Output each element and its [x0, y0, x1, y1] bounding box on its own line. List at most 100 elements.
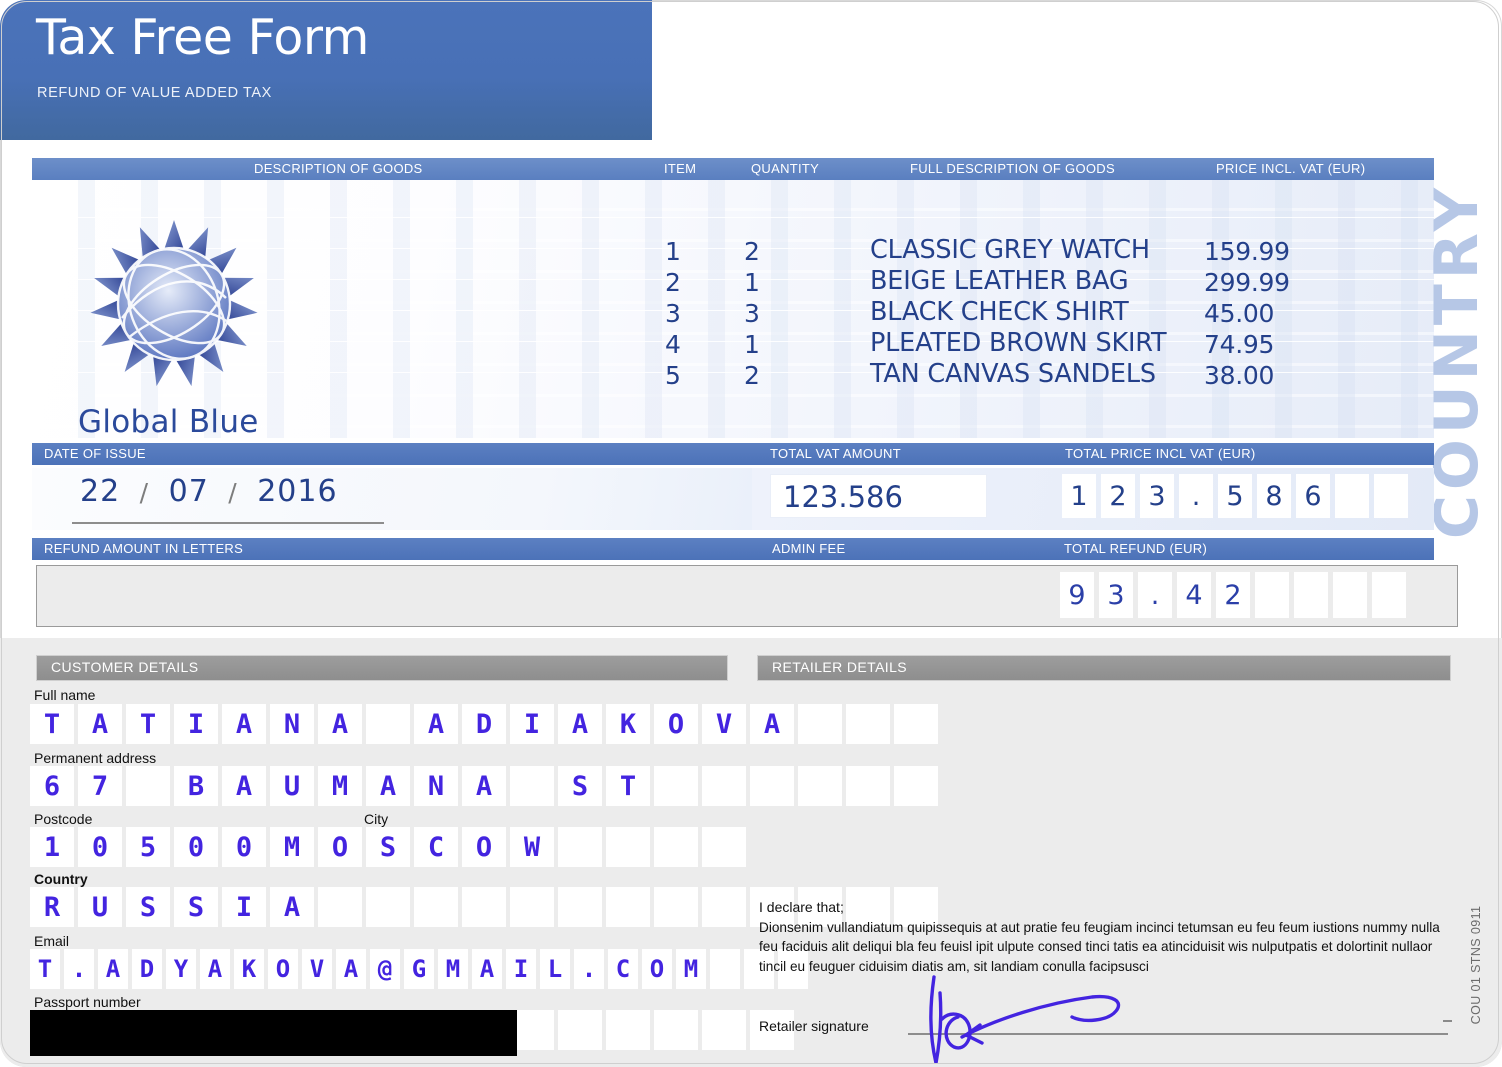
email-cell[interactable]: V — [302, 949, 332, 989]
passport-cell[interactable] — [654, 1010, 698, 1050]
city-cell[interactable]: O — [318, 827, 362, 867]
full-name-cell[interactable]: A — [222, 704, 266, 744]
total-refund-cell[interactable] — [1255, 572, 1289, 618]
address-cell[interactable]: S — [558, 766, 602, 806]
full-name-cell[interactable]: V — [702, 704, 746, 744]
total-price-cell[interactable]: 5 — [1218, 474, 1252, 518]
email-cell[interactable]: A — [200, 949, 230, 989]
country-cell[interactable] — [654, 887, 698, 927]
email-input[interactable]: T. A D Y A K O V A @ G M A I L. C O M — [30, 949, 808, 989]
country-cell[interactable] — [366, 887, 410, 927]
full-name-cell[interactable]: A — [750, 704, 794, 744]
total-price-cell[interactable] — [1374, 474, 1408, 518]
email-cell[interactable]: A — [98, 949, 128, 989]
country-cell[interactable]: U — [78, 887, 122, 927]
total-price-cell[interactable]: 3 — [1140, 474, 1174, 518]
total-vat-input[interactable]: 123.586 — [770, 474, 987, 518]
full-name-cell[interactable] — [798, 704, 842, 744]
address-cell[interactable] — [654, 766, 698, 806]
city-cell[interactable] — [702, 827, 746, 867]
address-cell[interactable]: T — [606, 766, 650, 806]
passport-cell[interactable] — [606, 1010, 650, 1050]
total-refund-cell[interactable] — [1372, 572, 1406, 618]
city-input[interactable]: MOSCOW — [270, 827, 746, 867]
country-cell[interactable]: S — [126, 887, 170, 927]
email-cell[interactable]: Y — [166, 949, 196, 989]
postcode-cell[interactable]: 0 — [222, 827, 266, 867]
total-refund-cell[interactable]: 3 — [1099, 572, 1133, 618]
country-cell[interactable] — [462, 887, 506, 927]
country-cell[interactable]: S — [174, 887, 218, 927]
email-cell[interactable]: . — [574, 949, 604, 989]
email-cell[interactable]: M — [676, 949, 706, 989]
address-cell[interactable]: U — [270, 766, 314, 806]
date-of-issue-field[interactable]: 22 / 07 / 2016 — [32, 468, 752, 530]
email-cell[interactable] — [710, 949, 740, 989]
full-name-cell[interactable] — [894, 704, 938, 744]
city-cell[interactable] — [558, 827, 602, 867]
country-cell[interactable] — [414, 887, 458, 927]
address-cell[interactable] — [126, 766, 170, 806]
full-name-cell[interactable]: K — [606, 704, 650, 744]
city-cell[interactable]: S — [366, 827, 410, 867]
address-cell[interactable] — [894, 766, 938, 806]
email-cell[interactable]: T — [30, 949, 60, 989]
email-cell[interactable]: G — [404, 949, 434, 989]
address-cell[interactable]: A — [462, 766, 506, 806]
full-name-cell[interactable]: I — [174, 704, 218, 744]
address-cell[interactable] — [702, 766, 746, 806]
email-cell[interactable]: C — [608, 949, 638, 989]
country-cell[interactable]: I — [222, 887, 266, 927]
total-refund-cell[interactable]: 2 — [1216, 572, 1250, 618]
total-price-cells[interactable]: 123.586 — [1062, 474, 1408, 518]
address-cell[interactable]: A — [366, 766, 410, 806]
postcode-cell[interactable]: 0 — [78, 827, 122, 867]
country-cell[interactable] — [606, 887, 650, 927]
passport-cell[interactable] — [558, 1010, 602, 1050]
email-cell[interactable]: O — [268, 949, 298, 989]
email-cell[interactable]: A — [336, 949, 366, 989]
full-name-cell[interactable] — [846, 704, 890, 744]
full-name-cell[interactable]: T — [126, 704, 170, 744]
total-price-cell[interactable]: 6 — [1296, 474, 1330, 518]
address-cell[interactable] — [798, 766, 842, 806]
address-cell[interactable]: 6 — [30, 766, 74, 806]
email-cell[interactable]: O — [642, 949, 672, 989]
full-name-cell[interactable]: A — [78, 704, 122, 744]
country-cell[interactable] — [318, 887, 362, 927]
total-price-cell[interactable]: . — [1179, 474, 1213, 518]
address-cell[interactable]: N — [414, 766, 458, 806]
full-name-cell[interactable]: I — [510, 704, 554, 744]
total-price-cell[interactable]: 8 — [1257, 474, 1291, 518]
full-name-cell[interactable] — [366, 704, 410, 744]
city-cell[interactable]: W — [510, 827, 554, 867]
city-cell[interactable] — [606, 827, 650, 867]
email-cell[interactable]: A — [472, 949, 502, 989]
email-cell[interactable]: L — [540, 949, 570, 989]
city-cell[interactable] — [654, 827, 698, 867]
country-cell[interactable] — [702, 887, 746, 927]
full-name-cell[interactable]: O — [654, 704, 698, 744]
full-name-cell[interactable]: T — [30, 704, 74, 744]
country-cell[interactable]: R — [30, 887, 74, 927]
total-refund-cell[interactable]: 4 — [1177, 572, 1211, 618]
total-refund-cells[interactable]: 93.42 — [1060, 572, 1406, 618]
address-cell[interactable]: B — [174, 766, 218, 806]
city-cell[interactable]: M — [270, 827, 314, 867]
total-refund-cell[interactable] — [1333, 572, 1367, 618]
address-input[interactable]: 67BAUMANAST — [30, 766, 938, 806]
total-price-cell[interactable]: 1 — [1062, 474, 1096, 518]
address-cell[interactable]: A — [222, 766, 266, 806]
postcode-cell[interactable]: 0 — [174, 827, 218, 867]
total-price-cell[interactable]: 2 — [1101, 474, 1135, 518]
country-cell[interactable] — [558, 887, 602, 927]
email-cell[interactable]: D — [132, 949, 162, 989]
retailer-signature-line[interactable] — [908, 1033, 1448, 1035]
total-refund-cell[interactable]: . — [1138, 572, 1172, 618]
address-cell[interactable] — [510, 766, 554, 806]
email-cell[interactable]: . — [64, 949, 94, 989]
country-cell[interactable]: A — [270, 887, 314, 927]
total-price-cell[interactable] — [1335, 474, 1369, 518]
email-cell[interactable]: K — [234, 949, 264, 989]
city-cell[interactable]: O — [462, 827, 506, 867]
